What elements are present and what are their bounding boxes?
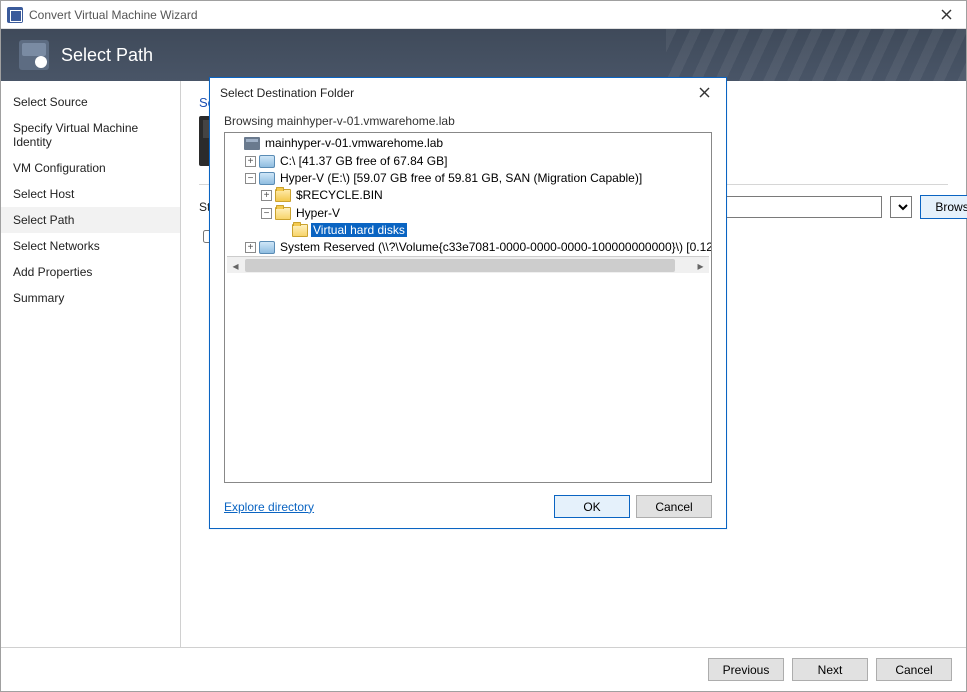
folder-open-icon bbox=[275, 207, 291, 220]
tree-node-hyperv[interactable]: − Hyper-V Virtual hard disks bbox=[261, 204, 709, 239]
server-icon bbox=[244, 137, 260, 150]
drive-icon bbox=[259, 241, 275, 254]
banner-decoration bbox=[666, 29, 966, 81]
folder-open-icon bbox=[292, 224, 308, 237]
sidebar-item-specify-identity[interactable]: Specify Virtual Machine Identity bbox=[1, 115, 180, 155]
collapse-toggle[interactable]: − bbox=[245, 173, 256, 184]
path-icon bbox=[19, 40, 49, 70]
tree-node-label: Virtual hard disks bbox=[311, 223, 407, 237]
sidebar-item-select-networks[interactable]: Select Networks bbox=[1, 233, 180, 259]
dialog-title: Select Destination Folder bbox=[220, 86, 354, 100]
browsing-host: mainhyper-v-01.vmwarehome.lab bbox=[277, 114, 455, 128]
scroll-right-arrow[interactable]: ▸ bbox=[692, 257, 709, 274]
close-icon bbox=[941, 9, 952, 20]
sidebar-item-select-host[interactable]: Select Host bbox=[1, 181, 180, 207]
tree-node-system-reserved[interactable]: + System Reserved (\\?\Volume{c33e7081-00… bbox=[245, 239, 709, 256]
cancel-button[interactable]: Cancel bbox=[876, 658, 952, 681]
dialog-ok-button[interactable]: OK bbox=[554, 495, 630, 518]
banner-title: Select Path bbox=[61, 45, 153, 66]
scroll-thumb[interactable] bbox=[245, 259, 675, 272]
previous-button[interactable]: Previous bbox=[708, 658, 784, 681]
expand-toggle[interactable]: + bbox=[261, 190, 272, 201]
header-banner: Select Path bbox=[1, 29, 966, 81]
titlebar: Convert Virtual Machine Wizard bbox=[1, 1, 966, 29]
tree-node-label: $RECYCLE.BIN bbox=[294, 188, 385, 202]
folder-tree[interactable]: mainhyper-v-01.vmwarehome.lab + C:\ [41.3… bbox=[224, 132, 712, 483]
drive-icon bbox=[259, 172, 275, 185]
tree-node-e-drive[interactable]: − Hyper-V (E:\) [59.07 GB free of 59.81 G… bbox=[245, 170, 709, 239]
window-close-button[interactable] bbox=[926, 1, 966, 29]
browsing-label: Browsing mainhyper-v-01.vmwarehome.lab bbox=[224, 114, 712, 128]
next-button[interactable]: Next bbox=[792, 658, 868, 681]
main-panel: Sele Storag Browse... A Select Destinati… bbox=[181, 81, 966, 647]
window-title: Convert Virtual Machine Wizard bbox=[29, 8, 198, 22]
drive-icon bbox=[259, 155, 275, 168]
expand-toggle[interactable]: + bbox=[245, 242, 256, 253]
select-destination-dialog: Select Destination Folder Browsing mainh… bbox=[209, 77, 727, 529]
tree-node-label: mainhyper-v-01.vmwarehome.lab bbox=[263, 136, 445, 150]
tree-node-label: Hyper-V (E:\) [59.07 GB free of 59.81 GB… bbox=[278, 171, 644, 185]
sidebar-item-select-path[interactable]: Select Path bbox=[1, 207, 180, 233]
scroll-left-arrow[interactable]: ◂ bbox=[227, 257, 244, 274]
expand-toggle[interactable]: + bbox=[245, 156, 256, 167]
horizontal-scrollbar[interactable]: ◂ ▸ bbox=[227, 256, 709, 273]
wizard-window: Convert Virtual Machine Wizard Select Pa… bbox=[0, 0, 967, 692]
dialog-close-button[interactable] bbox=[693, 83, 716, 103]
tree-node-virtual-hard-disks[interactable]: Virtual hard disks bbox=[277, 222, 709, 239]
storage-path-dropdown[interactable] bbox=[890, 196, 912, 218]
explore-directory-link[interactable]: Explore directory bbox=[224, 500, 314, 514]
collapse-toggle[interactable]: − bbox=[261, 208, 272, 219]
tree-node-label: C:\ [41.37 GB free of 67.84 GB] bbox=[278, 154, 449, 168]
dialog-titlebar: Select Destination Folder bbox=[210, 78, 726, 108]
sidebar-item-summary[interactable]: Summary bbox=[1, 285, 180, 311]
app-icon bbox=[7, 7, 23, 23]
close-icon bbox=[699, 87, 710, 98]
sidebar-item-vm-configuration[interactable]: VM Configuration bbox=[1, 155, 180, 181]
folder-icon bbox=[275, 189, 291, 202]
sidebar-item-add-properties[interactable]: Add Properties bbox=[1, 259, 180, 285]
browsing-prefix: Browsing bbox=[224, 114, 273, 128]
tree-node-c-drive[interactable]: + C:\ [41.37 GB free of 67.84 GB] bbox=[245, 152, 709, 169]
wizard-footer: Previous Next Cancel bbox=[1, 647, 966, 691]
tree-root-node[interactable]: mainhyper-v-01.vmwarehome.lab + C:\ [41.3… bbox=[229, 135, 709, 256]
tree-node-label: System Reserved (\\?\Volume{c33e7081-000… bbox=[278, 240, 712, 254]
wizard-steps-sidebar: Select Source Specify Virtual Machine Id… bbox=[1, 81, 181, 647]
tree-node-recycle-bin[interactable]: + $RECYCLE.BIN bbox=[261, 187, 709, 204]
tree-node-label: Hyper-V bbox=[294, 206, 342, 220]
dialog-cancel-button[interactable]: Cancel bbox=[636, 495, 712, 518]
sidebar-item-select-source[interactable]: Select Source bbox=[1, 89, 180, 115]
browse-button[interactable]: Browse... bbox=[920, 195, 967, 219]
